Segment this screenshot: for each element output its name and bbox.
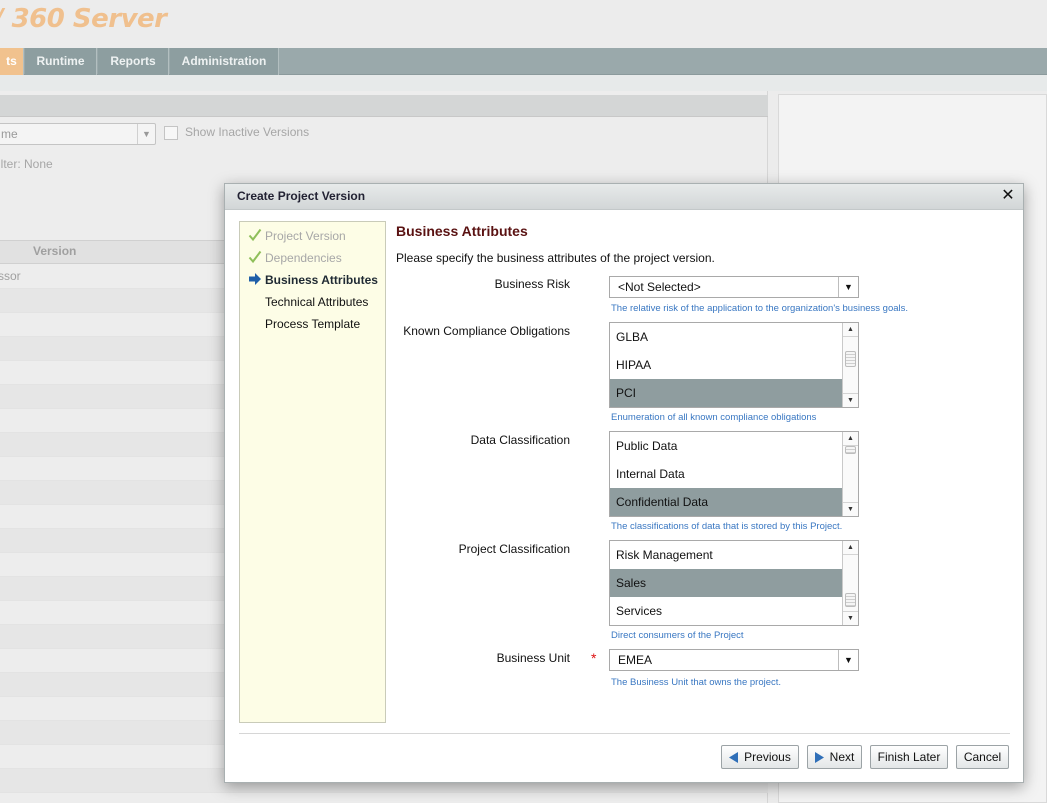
show-inactive-label: Show Inactive Versions — [185, 125, 310, 139]
data-classification-listbox[interactable]: Public Data Internal Data Confidential D… — [609, 431, 859, 517]
arrow-right-icon — [249, 273, 261, 285]
step-technical-attributes[interactable]: Technical Attributes — [240, 292, 385, 312]
list-option-selected[interactable]: Sales — [610, 569, 842, 597]
step-project-version[interactable]: Project Version — [240, 226, 385, 246]
business-attributes-form: Business Attributes Please specify the b… — [396, 221, 1016, 721]
scrollbar[interactable]: ▲ ▼ — [842, 432, 858, 516]
main-tabbar: ts Runtime Reports Administration — [0, 48, 1047, 75]
filter-status: ilter: None — [0, 157, 53, 171]
scroll-up-icon[interactable]: ▲ — [843, 432, 858, 446]
show-inactive-checkbox[interactable] — [164, 126, 178, 140]
chevron-down-icon: ▼ — [838, 277, 858, 297]
section-heading: Business Attributes — [396, 223, 528, 239]
chevron-down-icon: ▼ — [137, 124, 155, 144]
business-unit-value: EMEA — [618, 653, 653, 667]
data-classification-label: Data Classification — [470, 433, 570, 447]
next-label: Next — [829, 750, 855, 764]
scroll-thumb[interactable] — [845, 593, 856, 607]
project-classification-listbox[interactable]: Risk Management Sales Services ▲ ▼ — [609, 540, 859, 626]
scroll-up-icon[interactable]: ▲ — [843, 541, 858, 555]
tab-runtime[interactable]: Runtime — [25, 48, 97, 75]
scrollbar[interactable]: ▲ ▼ — [842, 541, 858, 625]
scroll-thumb[interactable] — [845, 446, 856, 454]
step-dependencies[interactable]: Dependencies — [240, 248, 385, 268]
next-button[interactable]: Next — [807, 745, 862, 769]
step-label: Dependencies — [265, 251, 342, 265]
previous-label: Previous — [744, 750, 791, 764]
list-option-selected[interactable]: PCI — [610, 379, 842, 407]
project-classification-label: Project Classification — [458, 542, 570, 556]
tab-reports[interactable]: Reports — [98, 48, 169, 75]
scroll-down-icon[interactable]: ▼ — [843, 611, 858, 625]
cancel-button[interactable]: Cancel — [956, 745, 1009, 769]
dialog-titlebar: Create Project Version ✕ — [225, 184, 1023, 210]
project-classification-help: Direct consumers of the Project — [611, 630, 744, 641]
tabbar-spacer — [0, 75, 1047, 91]
list-option[interactable]: GLBA — [610, 323, 842, 351]
section-description: Please specify the business attributes o… — [396, 251, 715, 265]
tab-projects[interactable]: ts — [0, 48, 24, 75]
table-cell: ssor — [0, 269, 21, 283]
finish-later-button[interactable]: Finish Later — [870, 745, 948, 769]
app-title-prefix: / — [0, 4, 12, 34]
bg-filter-select-value: me — [1, 127, 18, 141]
arrow-left-icon — [729, 752, 739, 764]
step-label: Project Version — [265, 229, 346, 243]
close-icon[interactable]: ✕ — [999, 186, 1017, 206]
business-risk-help: The relative risk of the application to … — [611, 303, 909, 314]
column-header-version: Version — [33, 244, 77, 258]
scroll-down-icon[interactable]: ▼ — [843, 393, 858, 407]
step-business-attributes[interactable]: Business Attributes — [240, 270, 385, 290]
previous-button[interactable]: Previous — [721, 745, 799, 769]
scroll-thumb[interactable] — [845, 351, 856, 367]
app-title-text: 360 Server — [11, 4, 167, 34]
required-marker: * — [591, 650, 597, 666]
business-unit-help: The Business Unit that owns the project. — [611, 677, 782, 688]
step-process-template[interactable]: Process Template — [240, 314, 385, 334]
dialog-title: Create Project Version — [237, 189, 366, 203]
projects-panel-header — [0, 95, 768, 117]
business-risk-select[interactable]: <Not Selected> ▼ — [609, 276, 859, 298]
list-option[interactable]: Services — [610, 597, 842, 625]
business-unit-label: Business Unit — [496, 651, 570, 665]
list-option[interactable]: Public Data — [610, 432, 842, 460]
wizard-steps: Project Version Dependencies Business At… — [239, 221, 386, 723]
tab-administration[interactable]: Administration — [170, 48, 279, 75]
scroll-up-icon[interactable]: ▲ — [843, 323, 858, 337]
create-project-version-dialog: Create Project Version ✕ Project Version… — [224, 183, 1024, 783]
step-label: Business Attributes — [265, 273, 378, 287]
checkmark-icon — [248, 228, 262, 242]
step-label: Technical Attributes — [265, 295, 369, 309]
checkmark-icon — [248, 250, 262, 264]
list-option-selected[interactable]: Confidential Data — [610, 488, 842, 516]
scrollbar[interactable]: ▲ ▼ — [842, 323, 858, 407]
business-risk-label: Business Risk — [494, 277, 570, 291]
bg-filter-select[interactable]: me ▼ — [0, 123, 156, 145]
list-option[interactable]: Risk Management — [610, 541, 842, 569]
app-title: / 360 Server — [0, 4, 167, 34]
business-unit-select[interactable]: EMEA ▼ — [609, 649, 859, 671]
compliance-listbox[interactable]: GLBA HIPAA PCI ▲ ▼ — [609, 322, 859, 408]
business-risk-value: <Not Selected> — [618, 280, 701, 294]
data-classification-help: The classifications of data that is stor… — [611, 521, 843, 532]
compliance-label: Known Compliance Obligations — [403, 324, 570, 338]
footer-divider — [239, 733, 1010, 734]
list-option[interactable]: Internal Data — [610, 460, 842, 488]
scroll-down-icon[interactable]: ▼ — [843, 502, 858, 516]
step-label: Process Template — [265, 317, 361, 331]
arrow-right-icon — [814, 752, 824, 764]
chevron-down-icon: ▼ — [838, 650, 858, 670]
compliance-help: Enumeration of all known compliance obli… — [611, 412, 817, 423]
list-option[interactable]: HIPAA — [610, 351, 842, 379]
